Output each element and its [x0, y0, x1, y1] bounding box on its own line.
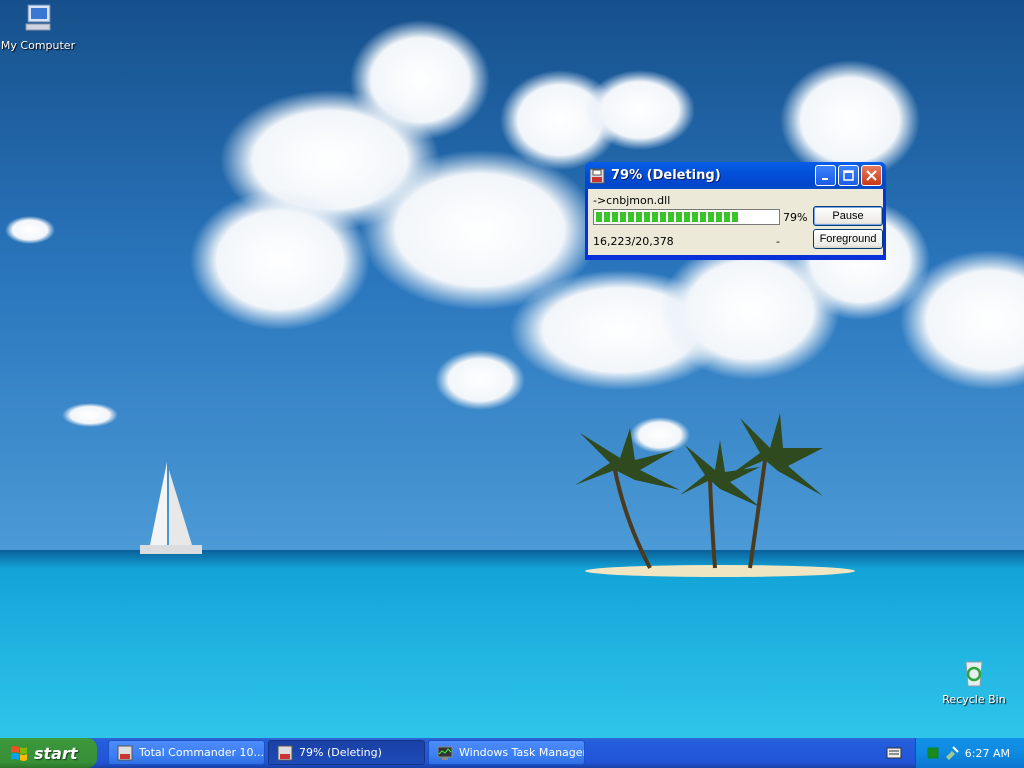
task-label: Total Commander 10.... — [139, 746, 265, 759]
disk-icon — [589, 168, 605, 183]
recycle-bin-shortcut[interactable]: Recycle Bin — [934, 656, 1014, 706]
dash-label: - — [776, 235, 780, 248]
desktop: My Computer Recycle Bin — [0, 0, 1024, 738]
progress-bar — [593, 209, 780, 225]
taskbar: start Total Commander 10.... 79% (Deleti… — [0, 738, 1024, 768]
minimize-icon — [821, 177, 828, 180]
safely-remove-hardware-icon[interactable] — [944, 745, 960, 761]
close-button[interactable] — [861, 165, 882, 186]
percent-label: 79% — [783, 211, 808, 224]
title-bar[interactable]: 79% (Deleting) — [585, 162, 886, 189]
start-label: start — [34, 743, 78, 763]
my-computer-shortcut[interactable]: My Computer — [0, 2, 78, 52]
start-button[interactable]: start — [0, 738, 97, 768]
windows-logo-icon — [11, 746, 27, 761]
computer-icon — [25, 4, 51, 31]
disk-icon — [277, 745, 293, 760]
foreground-button[interactable]: Foreground — [813, 229, 883, 249]
current-file-label: ->cnbjmon.dll — [593, 194, 671, 207]
window-client: ->cnbjmon.dll 79% 16,223/20,378 - Pause … — [588, 189, 883, 255]
recycle-bin-label: Recycle Bin — [942, 693, 1006, 706]
clock[interactable]: 6:27 AM — [965, 747, 1010, 760]
task-manager-icon — [437, 746, 453, 760]
taskbar-item-task-manager[interactable]: Windows Task Manager — [428, 740, 585, 765]
file-count-label: 16,223/20,378 — [593, 235, 674, 248]
task-label: Windows Task Manager — [459, 746, 585, 759]
total-commander-icon — [117, 745, 133, 760]
taskbar-item-deleting[interactable]: 79% (Deleting) — [268, 740, 425, 765]
minimize-button[interactable] — [815, 165, 836, 186]
close-icon — [866, 170, 877, 181]
system-tray: 6:27 AM — [915, 738, 1024, 768]
wallpaper — [0, 0, 1024, 738]
my-computer-label: My Computer — [0, 39, 76, 52]
progress-window: 79% (Deleting) ->cnbjmon.dll 79% 16,223/… — [585, 162, 886, 260]
pause-button[interactable]: Pause — [813, 206, 883, 226]
taskbar-item-total-commander[interactable]: Total Commander 10.... — [108, 740, 265, 765]
network-icon[interactable] — [927, 747, 939, 759]
maximize-icon — [843, 170, 854, 181]
task-label: 79% (Deleting) — [299, 746, 382, 759]
keyboard-icon[interactable] — [886, 746, 902, 760]
maximize-button[interactable] — [838, 165, 859, 186]
recycle-bin-icon — [965, 661, 983, 687]
progress-fill — [596, 212, 739, 222]
window-title: 79% (Deleting) — [611, 168, 721, 183]
